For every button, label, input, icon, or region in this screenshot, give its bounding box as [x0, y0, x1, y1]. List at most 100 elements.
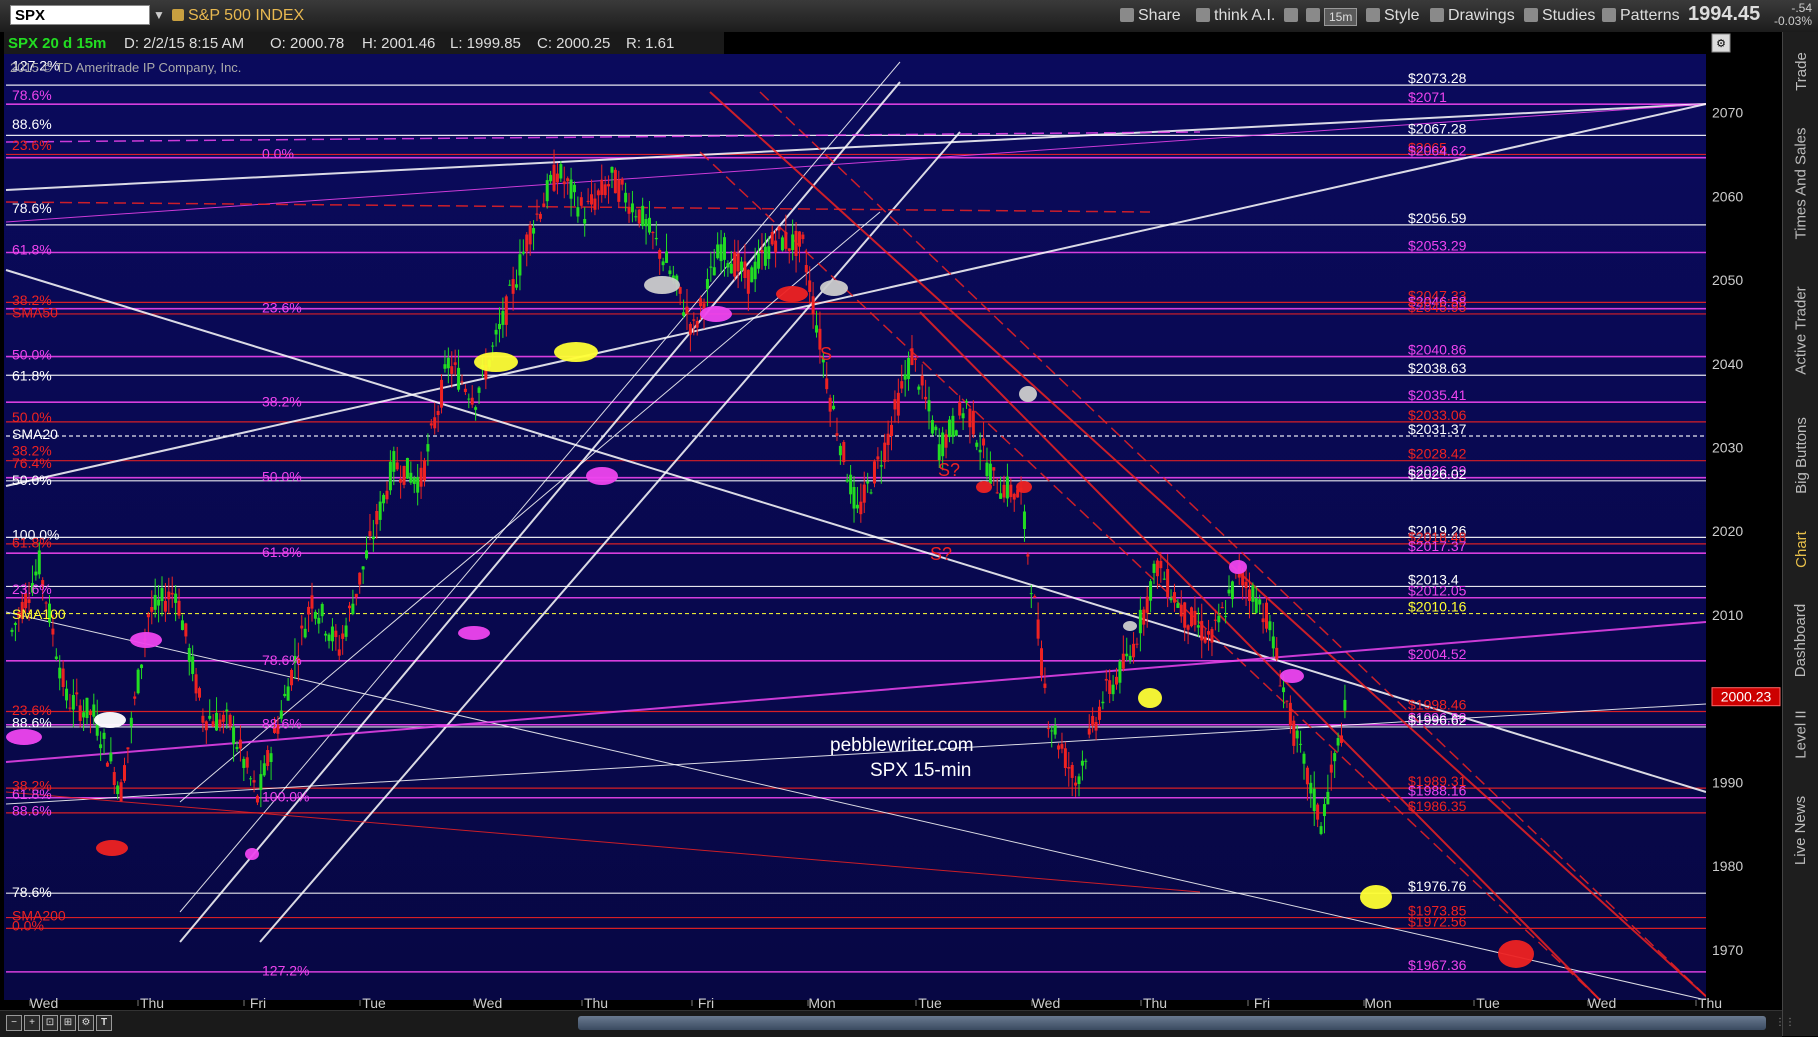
- interval-button[interactable]: 15m: [1324, 8, 1358, 26]
- index-info-icon[interactable]: [172, 9, 184, 21]
- candle-body: [54, 656, 58, 660]
- patterns-button[interactable]: Patterns: [1598, 4, 1684, 28]
- candle-body: [743, 261, 747, 278]
- candle-body: [542, 203, 546, 208]
- zoom-reset-button[interactable]: ⊞: [60, 1015, 76, 1031]
- price-chart[interactable]: $2073.28$2071$2067.28$2065$2064.62$2056.…: [0, 32, 1782, 1011]
- candle-body: [341, 633, 345, 639]
- watermark-site: pebblewriter.com: [830, 735, 974, 756]
- candle-body: [235, 746, 239, 750]
- tab-times-and-sales[interactable]: Times And Sales: [1783, 110, 1818, 256]
- candle-body: [109, 752, 113, 762]
- candle-body: [770, 231, 774, 245]
- candle-body: [1036, 619, 1040, 639]
- candle-body: [150, 607, 154, 612]
- time-scrollbar[interactable]: [578, 1016, 1766, 1030]
- level-label: $2045.95: [1408, 299, 1467, 315]
- zoom-fit-button[interactable]: ⊡: [42, 1015, 58, 1031]
- style-button[interactable]: Style: [1362, 4, 1424, 28]
- candle-body: [1115, 676, 1119, 685]
- candle-body: [211, 721, 215, 727]
- think-ai-button[interactable]: think A.I.: [1192, 4, 1279, 28]
- candle-body: [157, 599, 161, 606]
- level-label: $2064.62: [1408, 143, 1467, 159]
- candle-body: [511, 278, 515, 294]
- candle-body: [313, 611, 317, 619]
- chart-area[interactable]: $2073.28 $2071 $2067.28 $2065 $2064.62 $2056.…: [0, 32, 1782, 1036]
- candle-body: [797, 231, 801, 247]
- pivot-marker: [130, 632, 162, 648]
- zoom-out-button[interactable]: −: [6, 1015, 22, 1031]
- symbol-input[interactable]: SPX: [10, 5, 150, 25]
- zoom-in-button[interactable]: +: [24, 1015, 40, 1031]
- candle-body: [187, 647, 191, 662]
- candle-body: [941, 432, 945, 457]
- candle-body: [1132, 643, 1136, 658]
- candle-body: [262, 763, 266, 776]
- chart-spec[interactable]: SPX 20 d 15m: [8, 35, 106, 52]
- pivot-marker: [96, 840, 128, 856]
- level-label: $2012.05: [1408, 583, 1467, 599]
- tab-label: Times And Sales: [1792, 127, 1810, 239]
- tab-big-buttons[interactable]: Big Buttons: [1783, 404, 1818, 506]
- studies-button[interactable]: Studies: [1520, 4, 1599, 28]
- candle-body: [1179, 604, 1183, 617]
- candle-body: [218, 719, 222, 728]
- candle-body: [133, 696, 137, 699]
- tab-label: Active Trader: [1792, 285, 1810, 375]
- candle-body: [634, 216, 638, 218]
- candle-body: [753, 261, 757, 280]
- candle-body: [1043, 683, 1047, 688]
- tab-level-ii[interactable]: Level II: [1783, 692, 1818, 776]
- drawings-button[interactable]: Drawings: [1426, 4, 1519, 28]
- candle-body: [804, 265, 808, 273]
- level-label: $2004.52: [1408, 646, 1467, 662]
- pivot-marker: [6, 729, 42, 745]
- scroll-thumb[interactable]: [578, 1016, 1766, 1030]
- tab-trade[interactable]: Trade: [1783, 36, 1818, 106]
- time-tick-label: Tue: [362, 995, 386, 1010]
- candle-body: [266, 750, 270, 766]
- time-tick-label: Wed: [1588, 995, 1617, 1010]
- candle-body: [907, 358, 911, 380]
- bar-range: R: 1.61: [626, 35, 674, 52]
- candle-body: [429, 423, 433, 426]
- candle-body: [249, 778, 253, 780]
- candle-body: [1193, 610, 1197, 625]
- fib-label-left: 50.0%: [12, 409, 52, 425]
- candle-body: [365, 550, 369, 559]
- candle-body: [1118, 661, 1122, 683]
- tab-dashboard[interactable]: Dashboard: [1783, 592, 1818, 688]
- tab-label: Live News: [1792, 795, 1810, 865]
- fib-label-left: 88.6%: [12, 116, 52, 132]
- candle-body: [1057, 745, 1061, 750]
- pivot-marker: [1360, 885, 1392, 909]
- fib-label-left: SMA100: [12, 606, 66, 622]
- text-tool-icon[interactable]: T: [96, 1015, 112, 1031]
- candle-body: [879, 465, 883, 467]
- fib-label-mid: 61.8%: [262, 544, 302, 560]
- candle-body: [358, 572, 362, 585]
- settings-icon[interactable]: ⚙: [78, 1015, 94, 1031]
- candle-body: [1012, 493, 1016, 500]
- resize-grip-icon[interactable]: ⋮⋮: [1775, 1017, 1795, 1029]
- pivot-marker: [1280, 669, 1304, 683]
- tab-active-trader[interactable]: Active Trader: [1783, 260, 1818, 400]
- candle-body: [508, 284, 512, 286]
- candle-body: [37, 550, 41, 575]
- candle-body: [290, 670, 294, 686]
- share-button[interactable]: Share: [1116, 4, 1185, 28]
- price-tick-label: 2060: [1712, 188, 1743, 204]
- tab-label: Dashboard: [1792, 603, 1810, 677]
- candle-body: [402, 465, 406, 485]
- candle-body: [1254, 598, 1258, 613]
- symbol-dropdown-icon[interactable]: ▼: [150, 5, 168, 25]
- pivot-marker: [94, 712, 126, 728]
- time-tick-label: Tue: [1476, 995, 1500, 1010]
- time-axis: [0, 1000, 1782, 1010]
- tab-chart[interactable]: Chart: [1783, 510, 1818, 588]
- candle-body: [388, 461, 392, 491]
- fib-label-left: 88.6%: [12, 803, 52, 819]
- tab-live-news[interactable]: Live News: [1783, 780, 1818, 880]
- price-tick-label: 2030: [1712, 439, 1743, 455]
